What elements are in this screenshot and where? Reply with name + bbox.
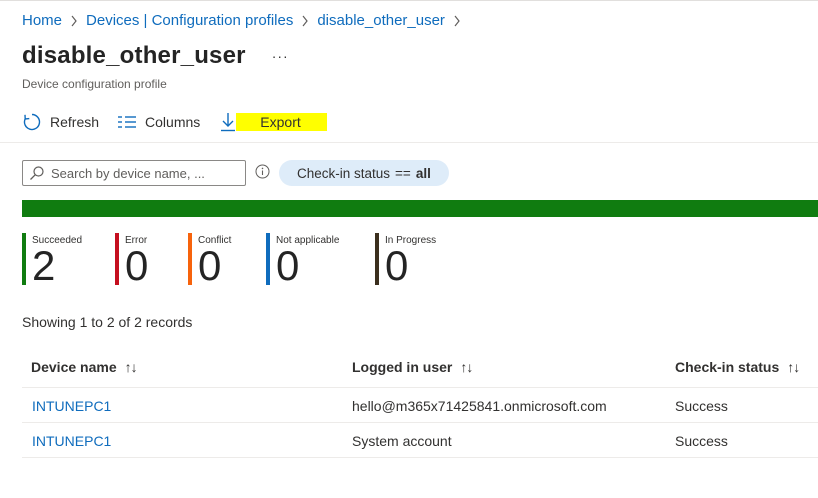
- breadcrumb-current-profile[interactable]: disable_other_user: [317, 12, 445, 29]
- column-header-logged-in-user[interactable]: Logged in user ↑↓: [352, 359, 473, 375]
- tile-succeeded[interactable]: Succeeded 2: [22, 233, 112, 289]
- tile-count: 0: [385, 242, 409, 289]
- search-icon: [29, 165, 45, 181]
- page-subtitle: Device configuration profile: [22, 77, 167, 91]
- column-header-label: Device name: [31, 359, 117, 375]
- download-icon: [218, 112, 238, 132]
- checkin-status-filter-pill[interactable]: Check-in status == all: [279, 160, 449, 186]
- logged-in-user-cell: hello@m365x71425841.onmicrosoft.com: [352, 398, 607, 414]
- column-header-label: Logged in user: [352, 359, 453, 375]
- checkin-status-cell: Success: [675, 433, 728, 449]
- checkin-status-cell: Success: [675, 398, 728, 414]
- refresh-button[interactable]: Refresh: [22, 110, 99, 134]
- tile-count: 2: [32, 242, 56, 289]
- sort-icon: ↑↓: [787, 359, 800, 375]
- tile-not-applicable[interactable]: Not applicable 0: [266, 233, 371, 289]
- toolbar: Refresh Columns Export: [22, 110, 345, 134]
- top-divider: [0, 0, 818, 1]
- sort-icon: ↑↓: [460, 359, 473, 375]
- tile-color-bar: [188, 233, 192, 285]
- title-row: disable_other_user ···: [22, 42, 289, 70]
- tile-count: 0: [125, 242, 149, 289]
- search-input[interactable]: [51, 165, 241, 181]
- refresh-icon: [22, 112, 42, 132]
- columns-label: Columns: [145, 114, 201, 130]
- tile-color-bar: [266, 233, 270, 285]
- breadcrumb-configuration-profiles[interactable]: Devices | Configuration profiles: [86, 12, 293, 29]
- column-header-label: Check-in status: [675, 359, 780, 375]
- tile-in-progress[interactable]: In Progress 0: [375, 233, 465, 289]
- tile-count: 0: [276, 242, 300, 289]
- chevron-right-icon: [301, 15, 309, 27]
- logged-in-user-cell: System account: [352, 433, 452, 449]
- tile-color-bar: [115, 233, 119, 285]
- search-box[interactable]: [22, 160, 246, 186]
- columns-icon: [117, 112, 137, 132]
- chevron-right-icon: [70, 15, 78, 27]
- tile-conflict[interactable]: Conflict 0: [188, 233, 263, 289]
- columns-button[interactable]: Columns: [117, 110, 200, 134]
- status-progress-bar: [22, 200, 818, 217]
- filter-field: Check-in status: [297, 165, 391, 181]
- tile-error[interactable]: Error 0: [115, 233, 185, 289]
- refresh-label: Refresh: [50, 114, 100, 130]
- device-status-table: Device name ↑↓ Logged in user ↑↓ Check-i…: [22, 350, 818, 458]
- table-row[interactable]: INTUNEPC1 System account Success: [22, 423, 818, 458]
- tile-color-bar: [375, 233, 379, 285]
- page-title: disable_other_user: [22, 42, 246, 69]
- records-summary: Showing 1 to 2 of 2 records: [22, 314, 193, 330]
- toolbar-divider: [0, 142, 818, 143]
- column-header-checkin-status[interactable]: Check-in status ↑↓: [675, 359, 800, 375]
- tile-count: 0: [198, 242, 222, 289]
- tile-color-bar: [22, 233, 26, 285]
- table-row[interactable]: INTUNEPC1 hello@m365x71425841.onmicrosof…: [22, 388, 818, 423]
- page: Home Devices | Configuration profiles di…: [0, 0, 818, 498]
- info-icon[interactable]: [255, 164, 270, 179]
- breadcrumb: Home Devices | Configuration profiles di…: [22, 12, 469, 29]
- export-label: Export: [236, 113, 327, 131]
- chevron-right-icon: [453, 15, 461, 27]
- filter-operator: ==: [395, 165, 411, 181]
- table-header: Device name ↑↓ Logged in user ↑↓ Check-i…: [22, 350, 818, 388]
- column-header-device-name[interactable]: Device name ↑↓: [31, 359, 138, 375]
- filter-value: all: [415, 165, 431, 181]
- more-options-button[interactable]: ···: [272, 48, 289, 64]
- export-button[interactable]: Export: [218, 110, 327, 134]
- sort-icon: ↑↓: [124, 359, 138, 375]
- device-name-link[interactable]: INTUNEPC1: [32, 433, 111, 449]
- device-name-link[interactable]: INTUNEPC1: [32, 398, 111, 414]
- breadcrumb-home[interactable]: Home: [22, 12, 62, 29]
